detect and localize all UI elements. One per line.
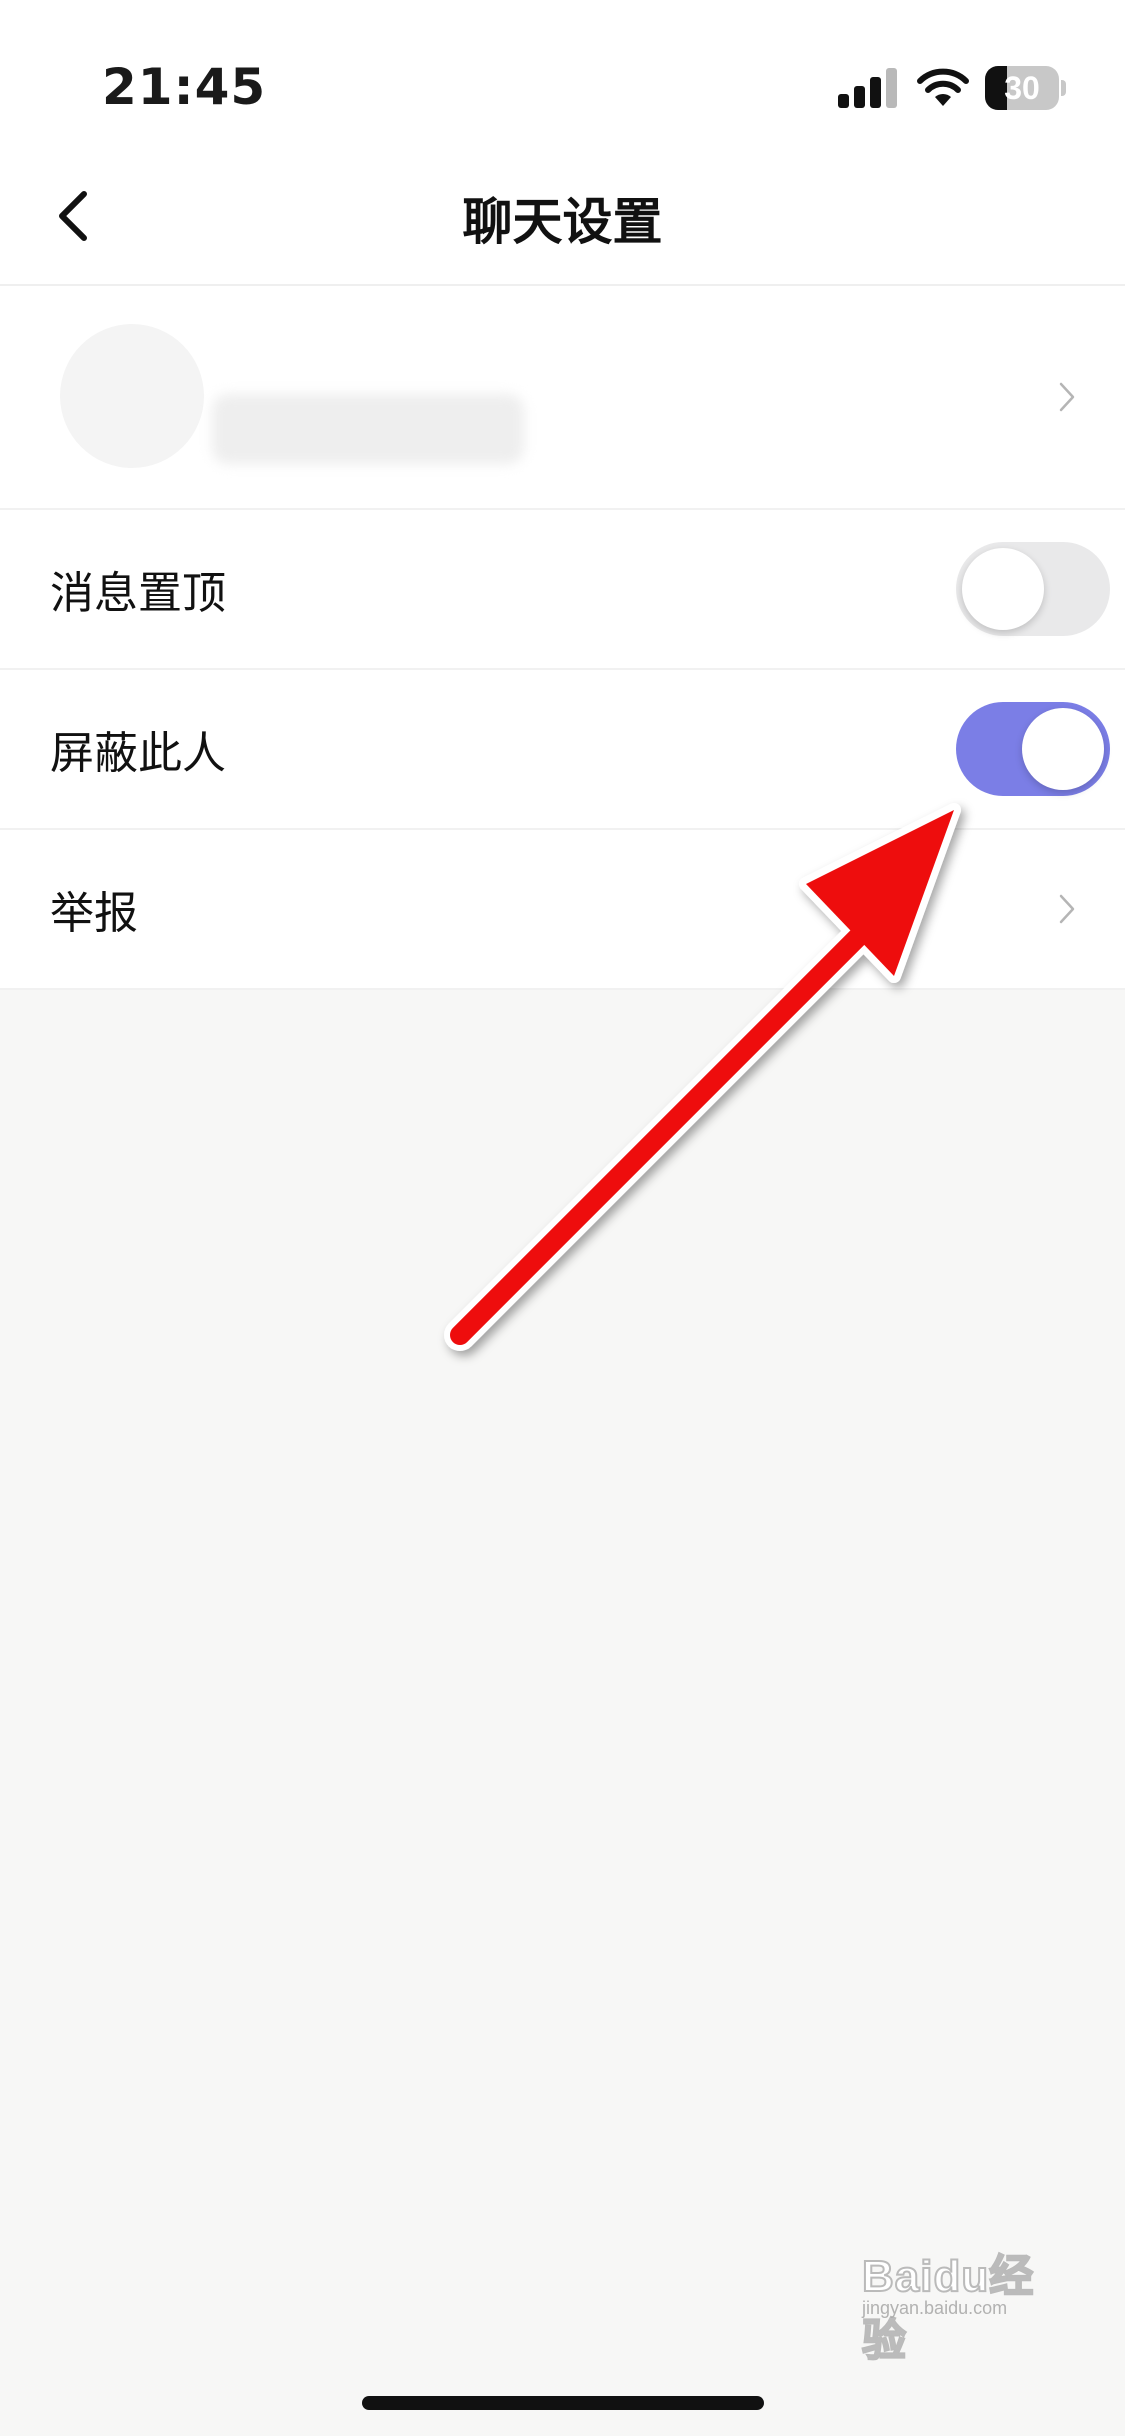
status-time: 21:45 [102, 58, 267, 116]
battery-icon: 30 [985, 66, 1066, 110]
setting-label-report: 举报 [50, 888, 138, 939]
baidu-watermark: Baidu经验 jingyan.baidu.com [861, 2240, 1072, 2366]
home-indicator [362, 2396, 764, 2410]
setting-row-pin-chat: 消息置顶 [0, 510, 1125, 670]
nav-bar: 聊天设置 [0, 150, 1125, 286]
toggle-knob [962, 548, 1044, 630]
watermark-url: jingyan.baidu.com [862, 2298, 1008, 2318]
battery-level: 30 [1004, 70, 1040, 106]
wifi-icon [917, 68, 969, 106]
block-user-toggle[interactable] [956, 702, 1110, 796]
battery-cap [1061, 80, 1066, 96]
status-bar: 21:45 30 [0, 0, 1125, 150]
blurred-username [212, 394, 524, 464]
avatar [60, 324, 204, 468]
chevron-right-icon [1059, 894, 1075, 924]
battery-body: 30 [985, 66, 1059, 110]
toggle-knob [1022, 708, 1104, 790]
profile-row[interactable] [0, 286, 1125, 510]
cellular-signal-icon [838, 66, 898, 108]
setting-row-report[interactable]: 举报 [0, 830, 1125, 990]
setting-label-block-user: 屏蔽此人 [50, 728, 226, 779]
setting-label-pin-chat: 消息置顶 [50, 568, 226, 619]
pin-chat-toggle[interactable] [956, 542, 1110, 636]
page-title: 聊天设置 [462, 193, 663, 251]
chevron-right-icon [1059, 382, 1075, 412]
setting-row-block-user: 屏蔽此人 [0, 670, 1125, 830]
